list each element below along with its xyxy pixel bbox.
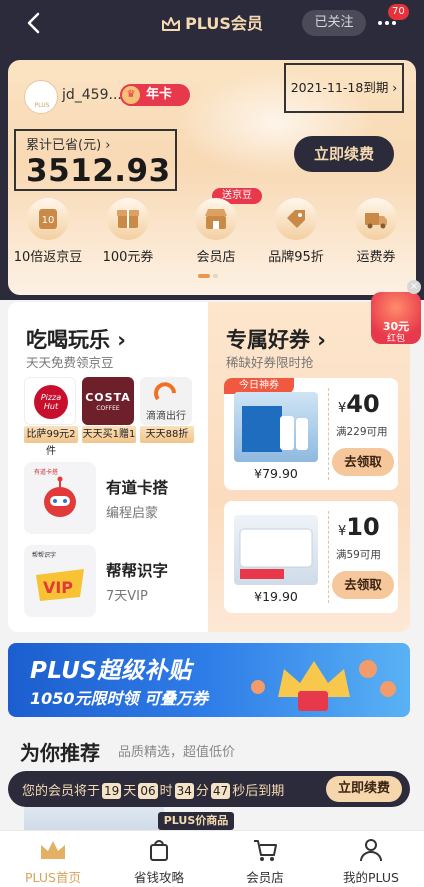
close-icon[interactable]: × [407,280,421,294]
saved-value: 3512.93 [26,153,171,189]
avatar[interactable]: PLUS [24,80,58,114]
perk-jingdou[interactable]: 10 10倍返京豆 [8,198,88,265]
saved-label: 累计已省(元) › [26,138,111,153]
perks-row: 10 10倍返京豆 100元券 送京豆 会员店 品牌95折 运费券 [8,188,416,268]
youdao-thumb: 有道卡搭 [24,462,96,534]
perk-shipping-coupon[interactable]: 运费券 [336,198,416,265]
jingdou-icon: 10 [27,198,69,240]
perk-100-coupon[interactable]: 100元券 [88,198,168,265]
brand-caption: 天天88折 [140,426,194,443]
red-packet-float[interactable]: × 30元 红包 [371,280,421,344]
coupons-column: 专属好券 › 稀缺好券限时抢 今日神券 ¥79.90 ¥40 满229可用 去领… [208,302,410,632]
milk-product-image [234,392,318,462]
food-section-title[interactable]: 吃喝玩乐 › [26,324,126,354]
store-icon [195,198,237,240]
coupon-amount: ¥40 [338,390,380,418]
brand-caption: 天天买1赠1 [82,426,136,443]
banner-decoration [251,660,396,711]
svg-text:Hut: Hut [44,402,59,411]
countdown-text: 您的会员将于 19 天 06 时 34 分 47 秒后到期 [22,783,285,799]
perk-member-store[interactable]: 送京豆 会员店 [176,188,262,265]
perk-brand-discount[interactable]: 品牌95折 [256,198,336,265]
plus-subsidy-banner[interactable]: PLUS超级补贴 1050元限时领 可叠万券 [8,643,410,717]
countdown-days: 19 [102,783,122,799]
brand-discount-icon [275,198,317,240]
coupon-product-price: ¥19.90 [254,589,298,604]
pizzahut-logo: Pizza Hut [24,377,76,425]
notification-badge: 70 [388,4,409,20]
countdown-minutes: 34 [174,783,194,799]
crown-badge-icon: ♛ [122,86,140,104]
shipping-icon [355,198,397,240]
tab-saving-tips[interactable]: 省钱攻略 [106,837,212,886]
coupon-card: ¥19.90 ¥10 满59可用 去领取 [224,501,398,613]
page-title-text: PLUS会员 [185,14,263,33]
svg-text:有道卡搭: 有道卡搭 [34,468,58,476]
plus-price-tag: PLUS价商品 [158,812,234,830]
person-icon [360,839,382,862]
brand-didi[interactable]: 滴滴出行 天天88折 [140,377,194,443]
bottom-tab-bar: PLUS首页 省钱攻略 会员店 我的PLUS [0,830,424,887]
claim-coupon-button[interactable]: 去领取 [332,448,394,476]
brand-costa[interactable]: COSTA COFFEE 天天买1赠1 [82,377,136,443]
tissue-product-image [234,515,318,585]
svg-text:帮帮识字: 帮帮识字 [32,551,56,559]
bangbang-thumb: 帮帮识字 VIP [24,545,96,617]
svg-text:10: 10 [42,215,55,226]
app-name: 帮帮识字 [106,562,169,580]
username: jd_459... [62,87,122,103]
banner-subtitle: 1050元限时领 可叠万券 [30,689,209,708]
red-packet-label: 红包 [386,334,405,344]
tab-plus-home[interactable]: PLUS首页 [0,837,106,886]
follow-button[interactable]: 已关注 [302,10,366,36]
app-name: 有道卡搭 [106,479,169,497]
coupon-divider [328,511,329,603]
tab-member-store[interactable]: 会员店 [212,837,318,886]
membership-countdown-bar: 您的会员将于 19 天 06 时 34 分 47 秒后到期 立即续费 [8,771,410,807]
coupons-section-subtitle: 稀缺好券限时抢 [226,355,314,370]
countdown-renew-button[interactable]: 立即续费 [326,776,402,802]
app-desc: 7天VIP [106,589,148,604]
renew-button[interactable]: 立即续费 [294,136,394,172]
claim-coupon-button[interactable]: 去领取 [332,571,394,599]
app-desc: 编程启蒙 [106,506,159,521]
recommend-subtitle: 品质精选，超值低价 [118,745,236,760]
countdown-hours: 06 [138,783,158,799]
expire-date-link[interactable]: 2021-11-18到期 › [284,63,404,113]
coupons-section-title[interactable]: 专属好券 › [226,324,326,354]
member-card: PLUS jd_459... ♛ 年卡 2021-11-18到期 › 累计已省(元… [8,60,416,295]
brand-caption: 比萨99元2件 [24,426,78,457]
app-bangbang[interactable]: 帮帮识字 VIP 帮帮识字 7天VIP [24,545,204,617]
benefits-panel: 吃喝玩乐 › 天天免费领京豆 Pizza Hut 比萨99元2件 COSTA CO… [8,302,410,632]
crown-icon [41,841,65,859]
cart-icon [254,840,277,861]
coupon-product-price: ¥79.90 [254,466,298,481]
coupon-card: 今日神券 ¥79.90 ¥40 满229可用 去领取 [224,378,398,490]
shopping-bag-icon [150,840,168,861]
coupon-condition: 满59可用 [336,549,381,561]
countdown-seconds: 47 [210,783,231,799]
coupon-amount: ¥10 [338,513,380,541]
brand-pizzahut[interactable]: Pizza Hut 比萨99元2件 [24,377,78,457]
svg-text:Pizza: Pizza [41,393,61,402]
crown-icon [162,17,181,31]
carousel-dots [198,274,228,278]
coupon-condition: 满229可用 [336,426,388,438]
svg-text:VIP: VIP [43,578,73,597]
app-youdao[interactable]: 有道卡搭 有道卡搭 编程启蒙 [24,462,204,534]
didi-logo: 滴滴出行 [140,377,192,425]
food-section-subtitle: 天天免费领京豆 [26,355,114,370]
coupon-gift-icon [107,198,149,240]
tab-my-plus[interactable]: 我的PLUS [318,837,424,886]
saved-amount-box[interactable]: 累计已省(元) › 3512.93 [14,129,177,191]
coupon-divider [328,388,329,480]
banner-title: PLUS超级补贴 [30,658,192,684]
annual-card-badge: ♛ 年卡 [120,84,190,106]
costa-logo: COSTA COFFEE [82,377,134,425]
recommend-title: 为你推荐 [20,741,100,765]
